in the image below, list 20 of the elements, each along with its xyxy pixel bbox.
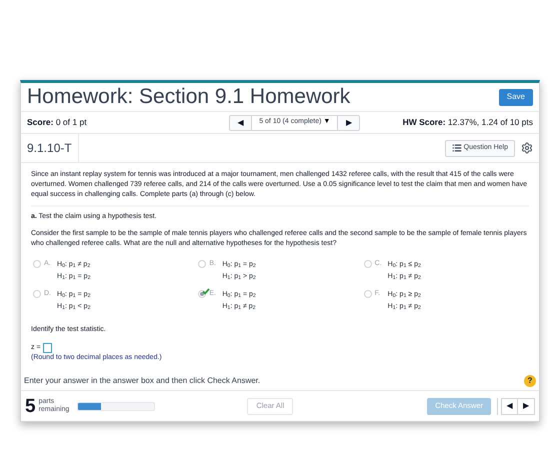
next-part-button[interactable]: ▶: [518, 398, 535, 414]
radio-button[interactable]: [364, 290, 372, 298]
radio-button[interactable]: [33, 290, 41, 298]
radio-button[interactable]: [364, 260, 372, 268]
checkmark-icon: [202, 288, 210, 295]
parts-count: 5: [25, 396, 36, 416]
radio-button[interactable]: [33, 260, 41, 268]
page-title: Homework: Section 9.1 Homework: [27, 84, 350, 110]
list-icon: [452, 143, 462, 153]
question-id: 9.1.10-T: [21, 134, 79, 162]
instruction-text: Enter your answer in the answer box and then click Check Answer.: [24, 375, 260, 387]
previous-part-button[interactable]: ◀: [501, 398, 518, 414]
answer-box[interactable]: [42, 343, 52, 353]
save-button[interactable]: Save: [498, 88, 533, 106]
hw-score-text: HW Score: 12.37%, 1.24 of 10 pts: [402, 116, 533, 129]
settings-icon[interactable]: [521, 142, 533, 154]
next-question-button[interactable]: ▶: [337, 116, 360, 130]
help-icon[interactable]: ?: [524, 375, 536, 387]
radio-button[interactable]: [198, 260, 206, 268]
score-text: Score: 0 of 1 pt: [27, 116, 88, 129]
